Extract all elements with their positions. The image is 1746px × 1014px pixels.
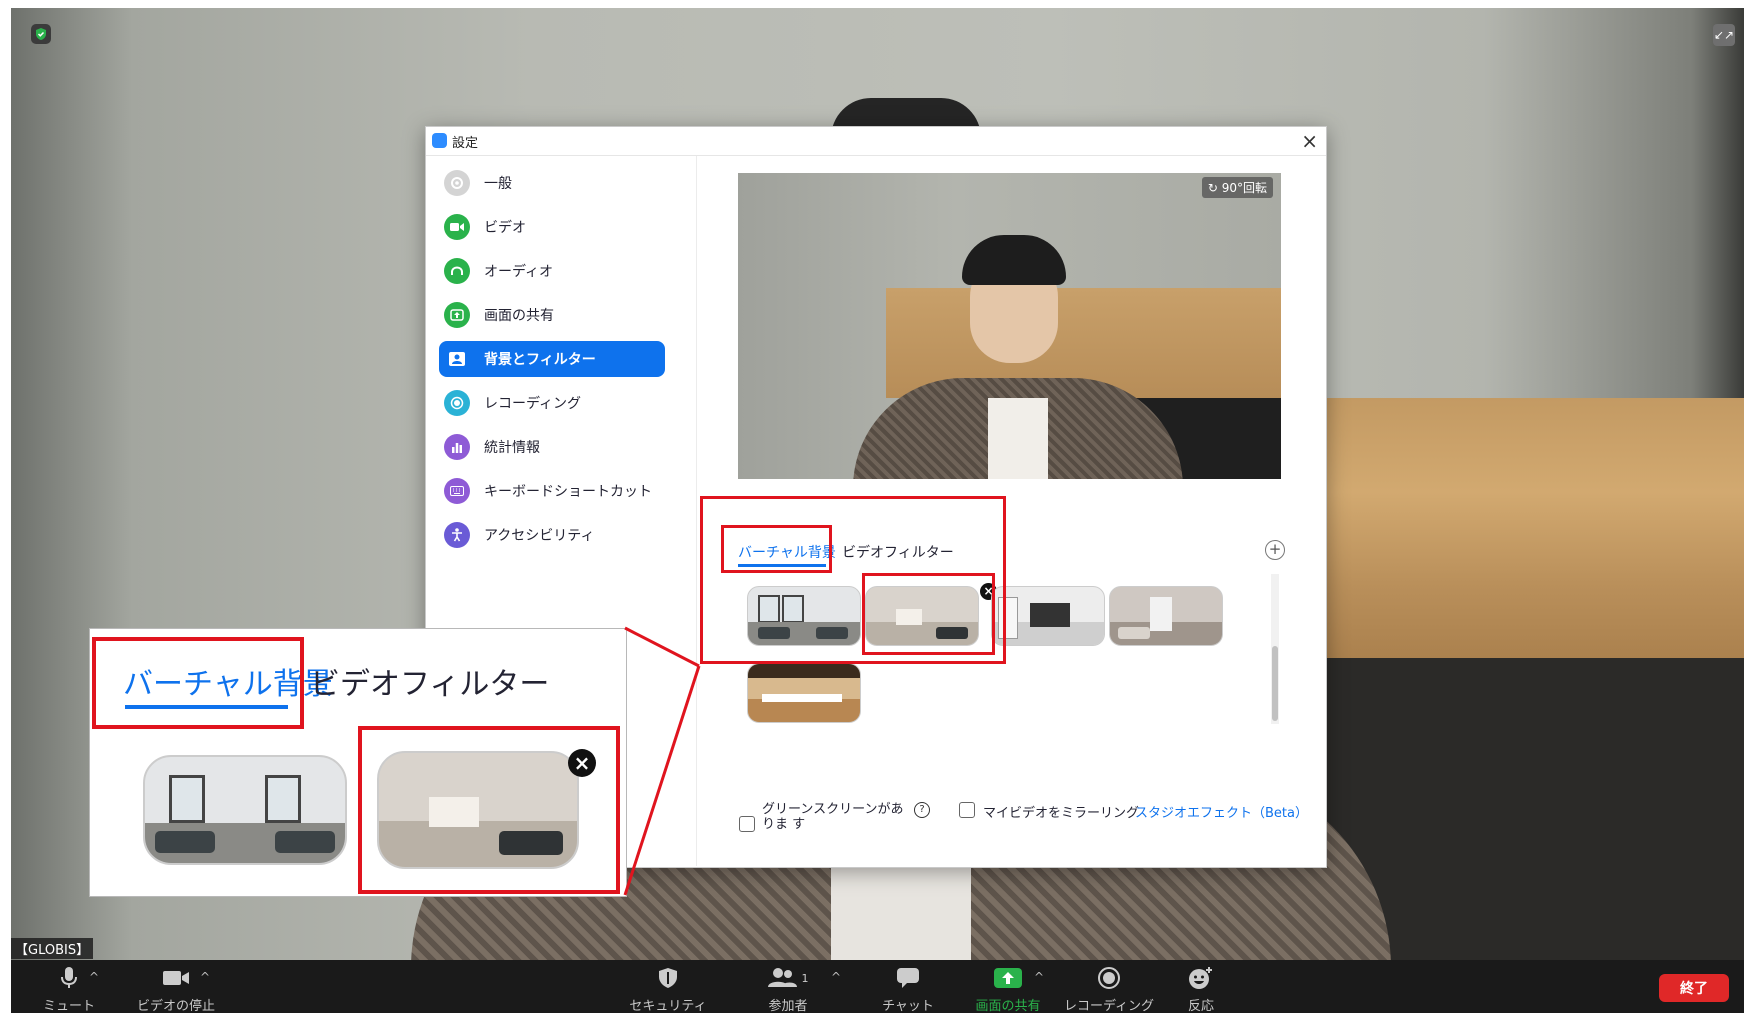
green-screen-checkbox[interactable]: [739, 816, 755, 832]
meeting-toolbar: ミュート ^ ビデオの停止 ^ セキュリティ 1 参加者 ^ チャット 画面の共…: [11, 960, 1744, 1014]
add-background-icon[interactable]: +: [1265, 540, 1285, 560]
participants-options-caret[interactable]: ^: [831, 970, 841, 984]
sidebar-item-label: 画面の共有: [484, 308, 554, 324]
callout-highlight-thumbnail: [358, 726, 620, 894]
share-screen-label: 画面の共有: [975, 999, 1041, 1014]
fullscreen-icon[interactable]: ↙↗: [1713, 24, 1735, 46]
dialog-title: 設定: [452, 136, 479, 151]
sidebar-item-label: 統計情報: [484, 440, 540, 456]
security-label: セキュリティ: [629, 999, 707, 1014]
sidebar-item-statistics[interactable]: 統計情報: [439, 429, 665, 465]
background-icon: [444, 346, 470, 372]
highlight-frame-thumbnail: [862, 573, 995, 655]
encryption-shield-icon[interactable]: [31, 24, 51, 44]
mute-button[interactable]: ミュート: [14, 964, 124, 1014]
chat-icon: [853, 964, 963, 992]
sidebar-item-audio[interactable]: オーディオ: [439, 253, 665, 289]
sidebar-item-label: ビデオ: [484, 220, 526, 236]
end-meeting-button[interactable]: 終了: [1659, 974, 1729, 1002]
share-screen-icon: [953, 964, 1063, 992]
sidebar-item-label: キーボードショートカット: [484, 484, 652, 500]
share-screen-icon: [444, 302, 470, 328]
participant-name-label: 【GLOBIS】: [11, 938, 94, 959]
video-options-caret[interactable]: ^: [200, 970, 210, 984]
green-screen-label: グリーンスクリーンがありま す: [762, 802, 904, 832]
scrollbar-thumb[interactable]: [1272, 646, 1278, 721]
preview-hair: [962, 235, 1066, 285]
video-icon: [444, 214, 470, 240]
rotate-90-button[interactable]: ↻ 90°回転: [1201, 177, 1273, 198]
stop-video-label: ビデオの停止: [136, 999, 215, 1014]
mute-label: ミュート: [42, 999, 95, 1014]
participants-button[interactable]: 1 参加者: [733, 964, 843, 1014]
share-screen-button[interactable]: 画面の共有: [953, 964, 1063, 1014]
chat-button[interactable]: チャット: [853, 964, 963, 1014]
zoom-app-icon: [432, 133, 447, 148]
sidebar-item-recording[interactable]: レコーディング: [439, 385, 665, 421]
thumbnail-scrollbar[interactable]: [1271, 574, 1279, 724]
wooden-board: [1276, 398, 1744, 668]
participants-icon: 1: [733, 964, 843, 992]
background-thumbnail[interactable]: [747, 663, 861, 723]
mirror-video-checkbox[interactable]: [959, 802, 975, 818]
microphone-icon: [14, 964, 124, 992]
background-thumbnail[interactable]: [991, 586, 1105, 646]
share-options-caret[interactable]: ^: [1034, 970, 1044, 984]
mirror-video-label: マイビデオをミラーリング: [983, 806, 1140, 821]
reactions-button[interactable]: 反応: [1146, 964, 1256, 1014]
sidebar-item-keyboard-shortcuts[interactable]: キーボードショートカット: [439, 473, 665, 509]
camera-icon: [121, 964, 231, 992]
sidebar-item-accessibility[interactable]: アクセシビリティ: [439, 517, 665, 553]
recording-icon: [444, 390, 470, 416]
sidebar-item-label: 一般: [484, 176, 512, 192]
participant-count: 1: [801, 971, 809, 985]
reactions-label: 反応: [1187, 999, 1214, 1014]
person-shirt: [831, 868, 971, 960]
rotate-icon: ↻: [1207, 181, 1222, 195]
preview-shirt: [988, 398, 1048, 479]
security-button[interactable]: セキュリティ: [613, 964, 723, 1014]
participants-label: 参加者: [768, 999, 808, 1014]
studio-effects-link[interactable]: スタジオエフェクト（Beta）: [1135, 802, 1308, 821]
sidebar-item-label: レコーディング: [484, 396, 582, 412]
gear-icon: [444, 170, 470, 196]
sidebar-item-video[interactable]: ビデオ: [439, 209, 665, 245]
zoom-callout: バーチャル背景 ビデオフィルター ×: [89, 628, 627, 897]
accessibility-icon: [444, 522, 470, 548]
audio-options-caret[interactable]: ^: [89, 970, 99, 984]
camera-preview: ↻ 90°回転: [738, 173, 1281, 479]
shield-icon: [613, 964, 723, 992]
stop-video-button[interactable]: ビデオの停止: [121, 964, 231, 1014]
sidebar-item-label: 背景とフィルター: [484, 352, 596, 368]
help-icon[interactable]: ?: [914, 802, 930, 818]
rotate-label: 90°回転: [1221, 181, 1267, 195]
sidebar-item-share-screen[interactable]: 画面の共有: [439, 297, 665, 333]
sidebar-item-background-filters[interactable]: 背景とフィルター: [439, 341, 665, 377]
callout-thumbnail: [143, 755, 347, 865]
sidebar-item-general[interactable]: 一般: [439, 165, 665, 201]
callout-tab-filter: ビデオフィルター: [310, 667, 550, 702]
sidebar-item-label: アクセシビリティ: [484, 528, 595, 544]
sidebar-item-label: オーディオ: [484, 264, 554, 280]
statistics-icon: [444, 434, 470, 460]
callout-highlight-tab: [92, 637, 304, 729]
headphones-icon: [444, 258, 470, 284]
highlight-frame-tab: [721, 525, 832, 573]
dialog-titlebar: 設定 ×: [426, 127, 1326, 156]
reaction-icon: [1146, 964, 1256, 992]
close-icon[interactable]: ×: [1301, 129, 1318, 153]
chat-label: チャット: [882, 999, 934, 1014]
background-thumbnail[interactable]: [1109, 586, 1223, 646]
keyboard-icon: [444, 478, 470, 504]
